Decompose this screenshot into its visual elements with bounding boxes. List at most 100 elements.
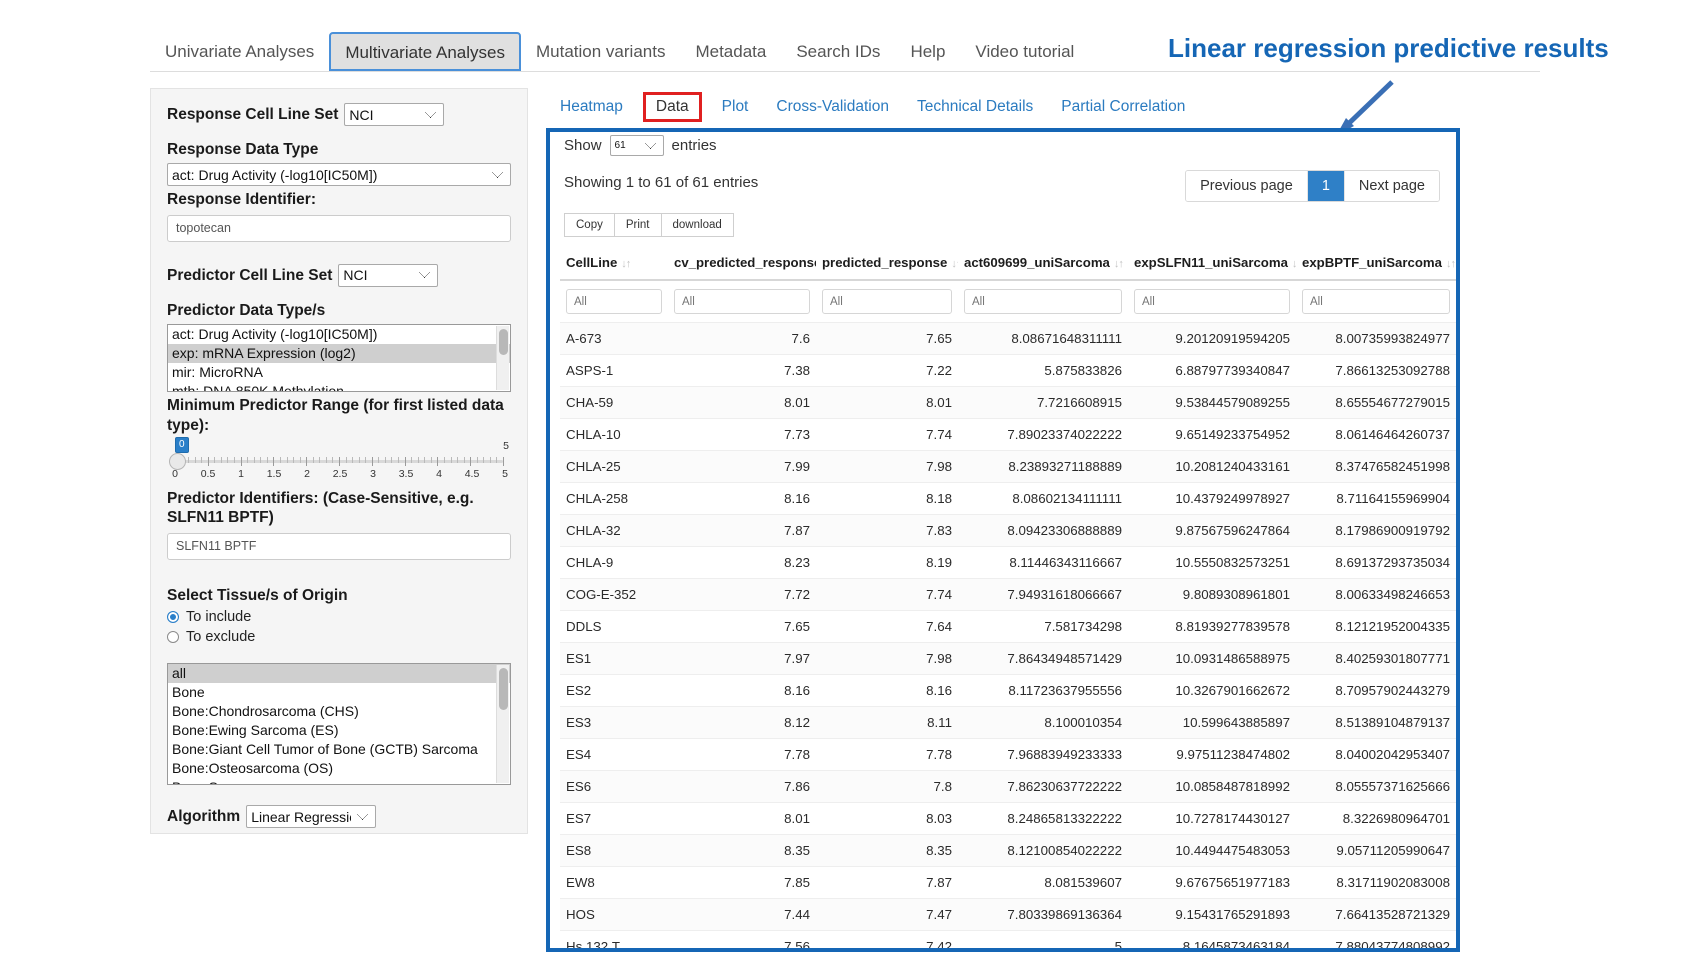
annotation-label: Linear regression predictive results: [1168, 33, 1609, 64]
tab-heatmap[interactable]: Heatmap: [546, 92, 637, 122]
tissue-option[interactable]: Bone:Ewing Sarcoma (ES): [168, 721, 510, 740]
cell-cellline: ES1: [560, 643, 668, 675]
sort-icon[interactable]: ↓↑: [1114, 258, 1123, 270]
predictor-identifiers-input[interactable]: [167, 533, 511, 560]
table-cell: 8.03: [816, 803, 958, 835]
table-cell: 8.31711902083008: [1296, 867, 1456, 899]
table-cell: 8.71164155969904: [1296, 483, 1456, 515]
nav-item-help[interactable]: Help: [895, 32, 960, 71]
predictor-data-types-scrollbar[interactable]: [496, 326, 509, 390]
predictor-data-type-option[interactable]: mth: DNA 850K Methylation: [168, 382, 510, 392]
tissue-scrollbar[interactable]: [496, 665, 509, 783]
response-identifier-input[interactable]: [167, 215, 511, 242]
radio-icon[interactable]: [167, 611, 179, 623]
table-cell: 10.7278174430127: [1128, 803, 1296, 835]
table-cell: 8.23: [668, 547, 816, 579]
table-cell: 7.47: [816, 899, 958, 931]
tissue-option[interactable]: Bone:Sarcoma: [168, 778, 510, 785]
table-row: ES47.787.787.968839492333339.97511238474…: [560, 739, 1456, 771]
tab-data[interactable]: Data: [643, 92, 702, 122]
column-filter-cell: [560, 280, 668, 323]
tissue-option[interactable]: Bone:Osteosarcoma (OS): [168, 759, 510, 778]
tissue-option[interactable]: Bone:Chondrosarcoma (CHS): [168, 702, 510, 721]
column-header-cv_predicted_response[interactable]: cv_predicted_response↓↑: [668, 249, 816, 280]
tab-technical-details[interactable]: Technical Details: [903, 92, 1047, 122]
column-header-label: expBPTF_uniSarcoma: [1302, 255, 1442, 270]
scrollbar-thumb[interactable]: [499, 668, 508, 710]
column-header-act609699_unisarcoma[interactable]: act609699_uniSarcoma↓↑: [958, 249, 1128, 280]
cell-cellline: CHLA-9: [560, 547, 668, 579]
cell-cellline: ES8: [560, 835, 668, 867]
algorithm-select[interactable]: Linear Regression: [246, 805, 376, 828]
table-cell: 7.80339869136364: [958, 899, 1128, 931]
table-cell: 8.081539607: [958, 867, 1128, 899]
table-row: ES67.867.87.8623063772222210.08584878189…: [560, 771, 1456, 803]
slider-tick-label: 3.5: [399, 468, 414, 480]
filter-input-expslfn11_unisarcoma[interactable]: [1134, 289, 1290, 314]
filter-input-cellline[interactable]: [566, 289, 662, 314]
previous-page-button[interactable]: Previous page: [1186, 171, 1307, 201]
tissue-option[interactable]: Bone: [168, 683, 510, 702]
scrollbar-thumb[interactable]: [499, 329, 508, 355]
table-cell: 7.99: [668, 451, 816, 483]
tissue-option[interactable]: all: [168, 664, 510, 683]
predictor-cell-line-set-select[interactable]: NCI: [338, 264, 438, 287]
print-button[interactable]: Print: [615, 213, 662, 237]
cell-cellline: Hs 132.T: [560, 931, 668, 953]
sort-icon[interactable]: ↓↑: [1446, 258, 1455, 270]
tissue-radio-to-exclude[interactable]: To exclude: [167, 629, 511, 645]
algorithm-row: Algorithm Linear Regression: [167, 805, 511, 828]
table-cell: 8.16: [816, 675, 958, 707]
results-tabs: HeatmapDataPlotCross-ValidationTechnical…: [546, 92, 1199, 122]
table-cell: 10.2081240433161: [1128, 451, 1296, 483]
predictor-data-type-option[interactable]: act: Drug Activity (-log10[IC50M]): [168, 325, 510, 344]
tissue-listbox[interactable]: allBoneBone:Chondrosarcoma (CHS)Bone:Ewi…: [167, 663, 511, 785]
table-cell: 7.65: [816, 323, 958, 355]
filter-input-cv_predicted_response[interactable]: [674, 289, 810, 314]
table-cell: 6.88797739340847: [1128, 355, 1296, 387]
column-header-expbptf_unisarcoma[interactable]: expBPTF_uniSarcoma ↓↑: [1296, 249, 1456, 280]
download-button[interactable]: download: [662, 213, 734, 237]
radio-icon[interactable]: [167, 631, 179, 643]
table-cell: 8.18: [816, 483, 958, 515]
page-1-button[interactable]: 1: [1307, 171, 1344, 201]
response-data-type-select[interactable]: act: Drug Activity (-log10[IC50M]): [167, 163, 511, 186]
table-cell: 7.6: [668, 323, 816, 355]
table-cell: 7.98: [816, 643, 958, 675]
table-row: CHLA-2588.168.188.0860213411111110.43792…: [560, 483, 1456, 515]
table-row: A-6737.67.658.086716483111119.2012091959…: [560, 323, 1456, 355]
column-filter-cell: [1296, 280, 1456, 323]
predictor-data-type-option[interactable]: mir: MicroRNA: [168, 363, 510, 382]
cell-cellline: CHLA-25: [560, 451, 668, 483]
tissue-option[interactable]: Bone:Giant Cell Tumor of Bone (GCTB) Sar…: [168, 740, 510, 759]
nav-item-mutation-variants[interactable]: Mutation variants: [521, 32, 680, 71]
filter-input-expbptf_unisarcoma[interactable]: [1302, 289, 1450, 314]
column-header-predicted_response[interactable]: predicted_response↓↑: [816, 249, 958, 280]
table-cell: 7.86434948571429: [958, 643, 1128, 675]
nav-item-multivariate-analyses[interactable]: Multivariate Analyses: [329, 32, 521, 71]
predictor-data-type-option[interactable]: exp: mRNA Expression (log2): [168, 344, 510, 363]
minimum-predictor-range-slider[interactable]: 0 5 00.511.522.533.544.55: [167, 437, 511, 485]
nav-item-metadata[interactable]: Metadata: [680, 32, 781, 71]
column-header-expslfn11_unisarcoma[interactable]: expSLFN11_uniSarcoma↓↑: [1128, 249, 1296, 280]
tab-partial-correlation[interactable]: Partial Correlation: [1047, 92, 1199, 122]
nav-item-video-tutorial[interactable]: Video tutorial: [960, 32, 1089, 71]
column-header-cellline[interactable]: CellLine↓↑: [560, 249, 668, 280]
entries-per-page-select[interactable]: 61: [610, 135, 664, 156]
nav-item-univariate-analyses[interactable]: Univariate Analyses: [150, 32, 329, 71]
sort-icon[interactable]: ↓↑: [621, 258, 630, 270]
response-cell-line-set-select[interactable]: NCI: [344, 103, 444, 126]
copy-button[interactable]: Copy: [564, 213, 615, 237]
tissue-radio-to-include[interactable]: To include: [167, 609, 511, 625]
next-page-button[interactable]: Next page: [1344, 171, 1439, 201]
sort-icon[interactable]: ↓↑: [951, 258, 958, 270]
predictor-data-types-listbox[interactable]: act: Drug Activity (-log10[IC50M])exp: m…: [167, 324, 511, 392]
table-cell: 8.51389104879137: [1296, 707, 1456, 739]
filter-input-predicted_response[interactable]: [822, 289, 952, 314]
tab-cross-validation[interactable]: Cross-Validation: [762, 92, 903, 122]
nav-item-search-ids[interactable]: Search IDs: [781, 32, 895, 71]
tab-plot[interactable]: Plot: [708, 92, 763, 122]
table-row: COG-E-3527.727.747.949316180666679.80893…: [560, 579, 1456, 611]
filter-input-act609699_unisarcoma[interactable]: [964, 289, 1122, 314]
column-filter-cell: [668, 280, 816, 323]
